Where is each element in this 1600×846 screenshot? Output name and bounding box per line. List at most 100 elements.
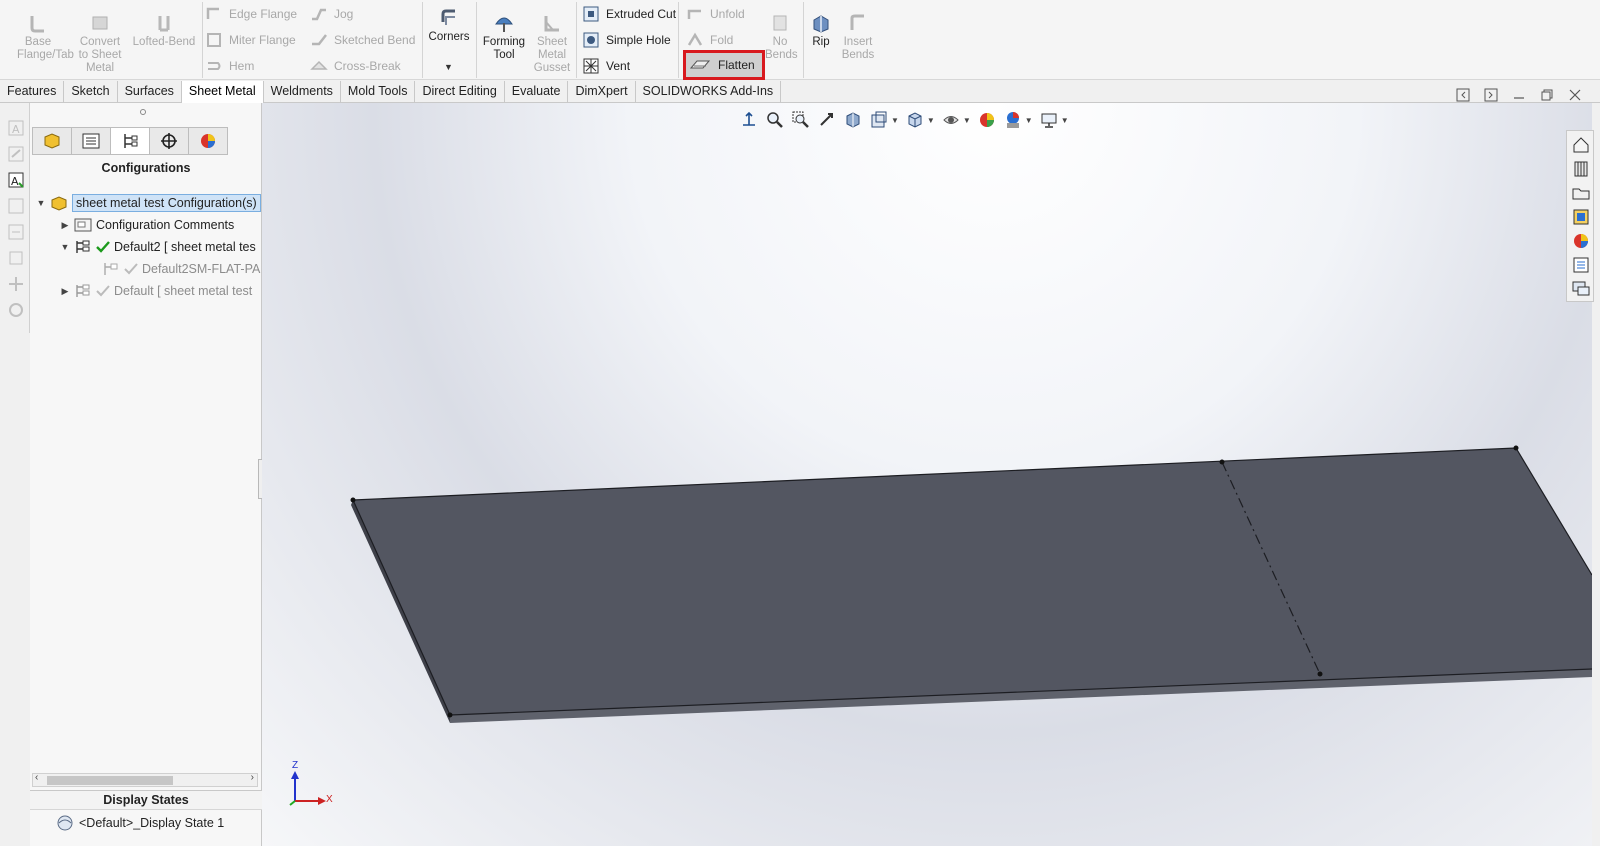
- task-pane-tabs: [1566, 130, 1594, 302]
- dimxpert-manager-tab[interactable]: [149, 127, 189, 155]
- text-annotation-icon[interactable]: A: [7, 171, 25, 189]
- flatten-icon: [690, 60, 710, 69]
- scroll-right-icon[interactable]: ›: [251, 772, 254, 783]
- datum-icon[interactable]: [7, 249, 25, 267]
- fold-button[interactable]: Fold: [686, 29, 733, 51]
- hem-button[interactable]: Hem: [205, 55, 254, 77]
- vent-button[interactable]: Vent: [582, 55, 630, 77]
- base-flange-button[interactable]: Base Flange/Tab: [8, 12, 74, 62]
- tile-right-icon[interactable]: [1484, 88, 1498, 102]
- command-manager-ribbon: Base Flange/Tab Convert to Sheet Metal L…: [0, 0, 1600, 80]
- display-state-item[interactable]: <Default>_Display State 1: [56, 813, 224, 833]
- rip-icon: [813, 15, 829, 33]
- cross-break-button[interactable]: Cross-Break: [310, 55, 401, 77]
- tab-features[interactable]: Features: [0, 81, 65, 103]
- edge-flange-button[interactable]: Edge Flange: [205, 3, 297, 25]
- sketched-bend-button[interactable]: Sketched Bend: [310, 29, 415, 51]
- simple-hole-icon: [583, 32, 599, 48]
- tab-sketch[interactable]: Sketch: [64, 81, 118, 103]
- surface-finish-icon[interactable]: [7, 275, 25, 293]
- collapse-caret-icon[interactable]: ▼: [60, 242, 70, 252]
- tab-solidworks-add-ins[interactable]: SOLIDWORKS Add-Ins: [636, 81, 782, 103]
- panel-grip-icon[interactable]: [140, 109, 146, 115]
- restore-icon[interactable]: [1540, 88, 1554, 102]
- property-manager-tab[interactable]: [71, 127, 111, 155]
- tab-evaluate[interactable]: Evaluate: [505, 81, 569, 103]
- configuration-manager-tab[interactable]: [110, 127, 150, 155]
- corners-dropdown-icon[interactable]: ▼: [444, 62, 453, 72]
- note-icon[interactable]: [7, 145, 25, 163]
- close-icon[interactable]: [1568, 88, 1582, 102]
- forum-icon[interactable]: [1571, 279, 1591, 299]
- configuration-icon: [76, 284, 90, 297]
- weld-symbol-icon[interactable]: [7, 223, 25, 241]
- scroll-left-icon[interactable]: ‹: [35, 772, 38, 783]
- forming-tool-button[interactable]: Forming Tool: [478, 12, 530, 62]
- extruded-cut-button[interactable]: Extruded Cut: [582, 3, 676, 25]
- tree-item-default[interactable]: ▶ Default [ sheet metal test: [60, 280, 253, 302]
- sheet-metal-gusset-button[interactable]: Sheet Metal Gusset: [530, 12, 574, 75]
- appearance-sphere-icon: [201, 134, 215, 148]
- convert-sheet-metal-icon: [92, 16, 108, 30]
- annotation-icon[interactable]: A: [7, 119, 25, 137]
- home-icon[interactable]: [1571, 135, 1591, 155]
- tile-left-icon[interactable]: [1456, 88, 1470, 102]
- tree-root-label: sheet metal test Configuration(s): [72, 194, 261, 212]
- tab-surfaces[interactable]: Surfaces: [118, 81, 182, 103]
- miter-flange-button[interactable]: Miter Flange: [205, 29, 296, 51]
- flatten-button[interactable]: Flatten: [683, 50, 765, 80]
- display-manager-tab[interactable]: [188, 127, 228, 155]
- document-window-controls: [1456, 88, 1582, 106]
- jog-button[interactable]: Jog: [310, 3, 353, 25]
- collapse-caret-icon[interactable]: ▼: [36, 198, 46, 208]
- lofted-bend-button[interactable]: Lofted-Bend: [130, 12, 198, 49]
- tree-horizontal-scrollbar[interactable]: ‹ ›: [32, 772, 258, 787]
- corners-button[interactable]: Corners: [424, 7, 474, 44]
- tree-item-label: Default [ sheet metal test: [114, 284, 253, 298]
- simple-hole-button[interactable]: Simple Hole: [582, 29, 671, 51]
- tree-root-configurations[interactable]: ▼ sheet metal test Configuration(s): [36, 192, 261, 214]
- feature-manager-tab[interactable]: [32, 127, 72, 155]
- appearances-icon[interactable]: [1571, 231, 1591, 251]
- active-check-icon: [96, 241, 110, 253]
- gusset-label: Sheet Metal Gusset: [533, 36, 571, 74]
- edge-flange-icon: [206, 7, 219, 19]
- hole-callout-icon[interactable]: [7, 301, 25, 319]
- custom-properties-icon[interactable]: [1571, 255, 1591, 275]
- minimize-icon[interactable]: [1512, 88, 1526, 102]
- tab-weldments[interactable]: Weldments: [264, 81, 341, 103]
- configuration-icon: [124, 134, 138, 148]
- ribbon-separator: [476, 2, 477, 78]
- file-explorer-icon[interactable]: [1571, 183, 1591, 203]
- unfold-button[interactable]: Unfold: [686, 3, 745, 25]
- unfold-label: Unfold: [710, 7, 745, 21]
- view-palette-icon[interactable]: [1571, 207, 1591, 227]
- tree-item-configuration-comments[interactable]: ▶ Configuration Comments: [60, 214, 235, 236]
- fold-label: Fold: [710, 33, 734, 47]
- tree-item-default2[interactable]: ▼ Default2 [ sheet metal tes: [60, 236, 256, 258]
- ribbon-separator: [803, 2, 804, 78]
- tree-item-label: Default2 [ sheet metal tes: [114, 240, 256, 254]
- tab-direct-editing[interactable]: Direct Editing: [415, 81, 505, 103]
- design-library-icon[interactable]: [1571, 159, 1591, 179]
- part-top-face[interactable]: [353, 448, 1592, 715]
- balloon-icon[interactable]: [7, 197, 25, 215]
- insert-bends-button[interactable]: Insert Bends: [838, 12, 878, 62]
- expand-caret-icon[interactable]: ▶: [60, 220, 70, 231]
- gusset-icon: [544, 16, 559, 32]
- tab-sheet-metal[interactable]: Sheet Metal: [181, 81, 264, 103]
- edge-flange-label: Edge Flange: [229, 7, 298, 21]
- tab-mold-tools[interactable]: Mold Tools: [341, 81, 416, 103]
- rip-button[interactable]: Rip: [806, 12, 836, 49]
- sheet-metal-part-model[interactable]: [262, 103, 1592, 846]
- graphics-area[interactable]: ▼ ▼ ▼ ▼ ▼ Z X: [262, 103, 1592, 846]
- forming-tool-icon: [495, 17, 513, 32]
- tree-item-default2-flat-pattern[interactable]: Default2SM-FLAT-PA: [102, 258, 260, 280]
- sketched-bend-label: Sketched Bend: [334, 33, 416, 47]
- expand-caret-icon[interactable]: ▶: [60, 286, 70, 297]
- convert-to-sheet-metal-button[interactable]: Convert to Sheet Metal: [70, 12, 130, 75]
- scroll-thumb[interactable]: [47, 776, 173, 785]
- no-bends-button[interactable]: No Bends: [762, 12, 798, 62]
- corners-label: Corners: [428, 31, 470, 43]
- tab-dimxpert[interactable]: DimXpert: [568, 81, 636, 103]
